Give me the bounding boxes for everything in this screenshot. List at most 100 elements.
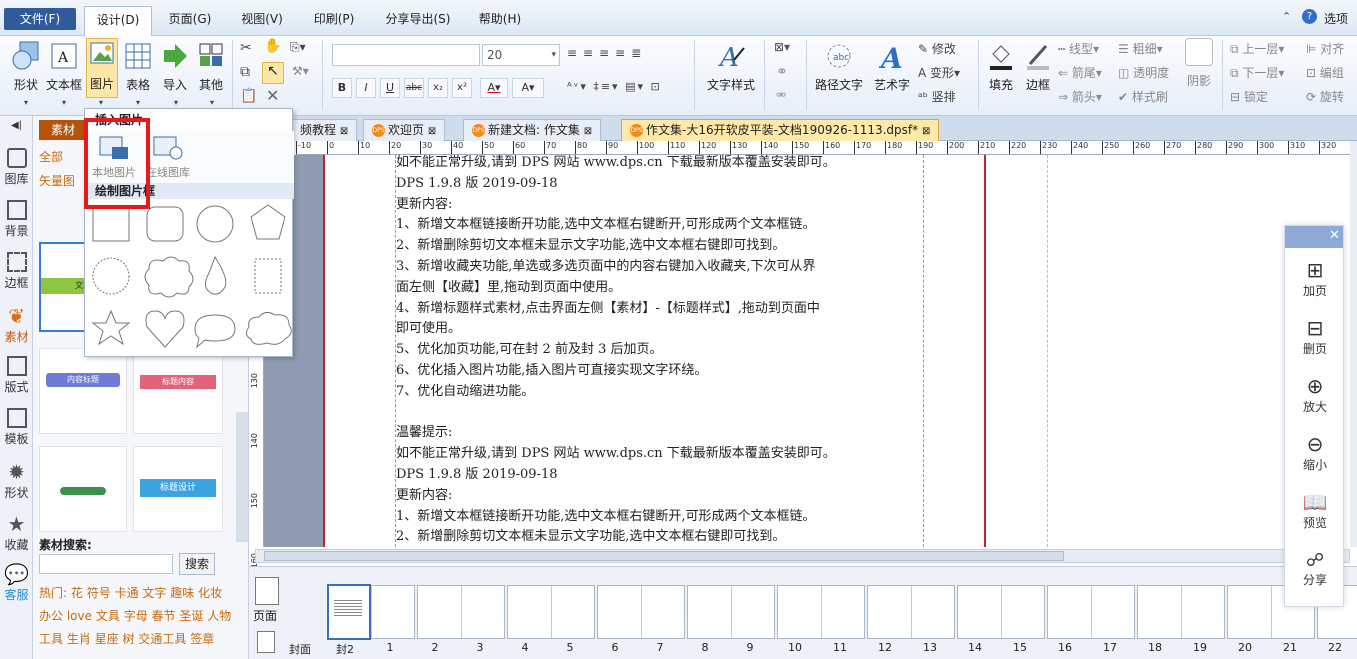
shape-dropdown-icon[interactable]: ▾ xyxy=(24,98,28,107)
hot-tag[interactable]: 卡通 xyxy=(115,586,139,600)
transform-button[interactable]: A 变形▾ xyxy=(918,64,960,81)
sidebar-item-favorites[interactable]: ★ 收藏 xyxy=(0,512,33,553)
underline-button[interactable]: U xyxy=(380,78,400,98)
material-thumb-title-4[interactable]: 标题设计 xyxy=(133,446,223,532)
thickness-button[interactable]: ☰ 粗细▾ xyxy=(1118,40,1163,57)
star-frame-icon[interactable] xyxy=(91,309,131,346)
shadow-button[interactable]: 阴影 xyxy=(1182,38,1216,89)
sidebar-item-border[interactable]: 边框 xyxy=(0,252,33,291)
hot-tag[interactable]: 符号 xyxy=(87,586,111,600)
bold-button[interactable]: B xyxy=(332,78,352,98)
textbox-border-icon[interactable]: ⊠▾ xyxy=(774,40,790,54)
options-menu[interactable]: 选项 xyxy=(1324,10,1348,27)
page-thumbnail[interactable] xyxy=(687,585,775,639)
table-dropdown-icon[interactable]: ▾ xyxy=(136,98,140,107)
collapse-panel-icon[interactable]: ◀| xyxy=(0,120,33,131)
hot-tag[interactable]: 人物 xyxy=(207,609,231,623)
path-text-button[interactable]: abc 路径文字 xyxy=(812,40,866,93)
unlink-icon[interactable]: ⚮ xyxy=(776,88,786,102)
rounded-rect-frame-icon[interactable] xyxy=(146,206,184,242)
preview-button[interactable]: 📖 预览 xyxy=(1285,490,1345,531)
rotate-button[interactable]: ⟳ 旋转 xyxy=(1306,88,1344,105)
material-tab[interactable]: 素材 xyxy=(39,120,87,140)
tab-new-document[interactable]: DPS 新建文档: 作文集 ⊠ xyxy=(463,119,602,141)
subscript-button[interactable]: x₂ xyxy=(428,78,448,98)
copy-icon[interactable]: ⧉ xyxy=(240,64,250,80)
heart-frame-icon[interactable] xyxy=(145,310,185,348)
hot-tag[interactable]: 签章 xyxy=(190,632,214,646)
text-style-button[interactable]: A 文字样式 xyxy=(702,40,760,93)
other-dropdown-icon[interactable]: ▾ xyxy=(210,98,214,107)
hot-tag[interactable]: 花 xyxy=(71,586,83,600)
lock-button[interactable]: ⊟ 锁定 xyxy=(1230,88,1268,105)
hot-tag[interactable]: 文具 xyxy=(96,609,120,623)
layer-down-button[interactable]: ⧉ 下一层▾ xyxy=(1230,64,1284,81)
vertical-button[interactable]: ᵃᵇ 竖排 xyxy=(918,88,956,105)
material-search-button[interactable]: 搜索 xyxy=(179,553,215,575)
hot-tag[interactable]: 办公 xyxy=(39,609,63,623)
page-thumbnail[interactable] xyxy=(327,584,415,640)
horizontal-scrollbar[interactable] xyxy=(255,549,1350,563)
sidebar-item-background[interactable]: 背景 xyxy=(0,200,33,239)
filter-all[interactable]: 全部 xyxy=(39,148,63,165)
collapse-ribbon-icon[interactable]: ⌃ xyxy=(1282,10,1291,23)
page-thumbnail[interactable] xyxy=(417,585,505,639)
page-thumbnail[interactable] xyxy=(867,585,955,639)
arrow-head-button[interactable]: ⇒ 箭头▾ xyxy=(1058,88,1102,105)
circle-frame-icon[interactable] xyxy=(196,205,234,243)
share-button[interactable]: ☍ 分享 xyxy=(1285,550,1345,588)
hot-tag[interactable]: 趣味 xyxy=(170,586,194,600)
material-thumb-title-1[interactable]: 内容标题 xyxy=(39,348,127,434)
vertical-scrollbar[interactable] xyxy=(1350,141,1357,547)
border-button[interactable]: 边框 xyxy=(1020,40,1056,93)
font-color-button[interactable]: A▾ xyxy=(480,78,508,98)
page-thumbnail[interactable] xyxy=(1137,585,1225,639)
arrow-tail-button[interactable]: ⇐ 箭尾▾ xyxy=(1058,64,1102,81)
menu-view[interactable]: 视图(V) xyxy=(232,8,292,30)
import-button[interactable]: 导入 xyxy=(158,40,192,93)
modify-button[interactable]: ✎ 修改 xyxy=(918,40,956,57)
link-icon[interactable]: ⚭ xyxy=(776,64,788,80)
font-family-select[interactable] xyxy=(332,44,480,66)
tab-welcome[interactable]: DPS 欢迎页 ⊠ xyxy=(363,119,446,141)
hot-tag[interactable]: 字母 xyxy=(124,609,148,623)
shape-button[interactable]: 形状 xyxy=(8,40,44,93)
art-text-button[interactable]: A 艺术字 xyxy=(870,40,914,93)
pentagon-frame-icon[interactable] xyxy=(250,204,286,240)
magic-wand-icon[interactable]: ⚒▾ xyxy=(292,64,309,78)
layer-up-button[interactable]: ⧉ 上一层▾ xyxy=(1230,40,1284,57)
material-search-input[interactable] xyxy=(39,554,173,574)
menu-page[interactable]: 页面(G) xyxy=(160,8,220,30)
drop-frame-icon[interactable] xyxy=(205,255,227,295)
menu-design[interactable]: 设计(D) xyxy=(84,6,152,36)
paste-icon[interactable]: 📋 xyxy=(240,88,257,104)
hand-icon[interactable]: ✋ xyxy=(264,38,281,54)
delete-icon[interactable]: ✕ xyxy=(266,86,279,105)
page-thumbnail[interactable] xyxy=(1047,585,1135,639)
page-thumbnail[interactable] xyxy=(597,585,685,639)
add-page-button[interactable]: ⊞ 加页 xyxy=(1285,258,1345,299)
material-thumb-title-2[interactable]: 标题内容 xyxy=(133,348,223,434)
menu-print[interactable]: 印刷(P) xyxy=(304,8,364,30)
sidebar-item-support[interactable]: 💬 客服 xyxy=(0,562,33,603)
select-pointer-icon[interactable]: ↖ xyxy=(262,62,284,84)
superscript-button[interactable]: x² xyxy=(452,78,472,98)
hot-tag[interactable]: 工具 xyxy=(39,632,63,646)
sidebar-item-layout[interactable]: 版式 xyxy=(0,356,33,395)
group-button[interactable]: ⊡ 编组 xyxy=(1306,64,1344,81)
tab-current-document[interactable]: DPS 作文集-大16开软皮平装-文档190926-1113.dpsf* ⊠ xyxy=(621,119,940,141)
spacing-icons[interactable]: ᴬᵛ▾ ‡≡▾ ▤▾ ⊡ xyxy=(567,80,662,93)
table-button[interactable]: 表格 xyxy=(121,40,155,93)
delete-page-button[interactable]: ⊟ 删页 xyxy=(1285,316,1345,357)
style-brush-button[interactable]: ✔ 样式刷 xyxy=(1118,88,1168,105)
import-dropdown-icon[interactable]: ▾ xyxy=(174,98,178,107)
speech-bubble-frame-icon[interactable] xyxy=(194,314,236,349)
menu-share-export[interactable]: 分享导出(S) xyxy=(378,8,458,30)
format-brush-icon[interactable]: ⎘▾ xyxy=(290,40,306,55)
zoom-out-button[interactable]: ⊖ 缩小 xyxy=(1285,432,1345,473)
close-icon[interactable]: ⊠ xyxy=(922,126,930,137)
sidebar-item-template[interactable]: 模板 xyxy=(0,408,33,447)
rectangle-frame-icon[interactable] xyxy=(92,206,130,242)
material-scrollbar[interactable] xyxy=(236,412,248,542)
image-button[interactable]: 图片 xyxy=(86,38,118,98)
